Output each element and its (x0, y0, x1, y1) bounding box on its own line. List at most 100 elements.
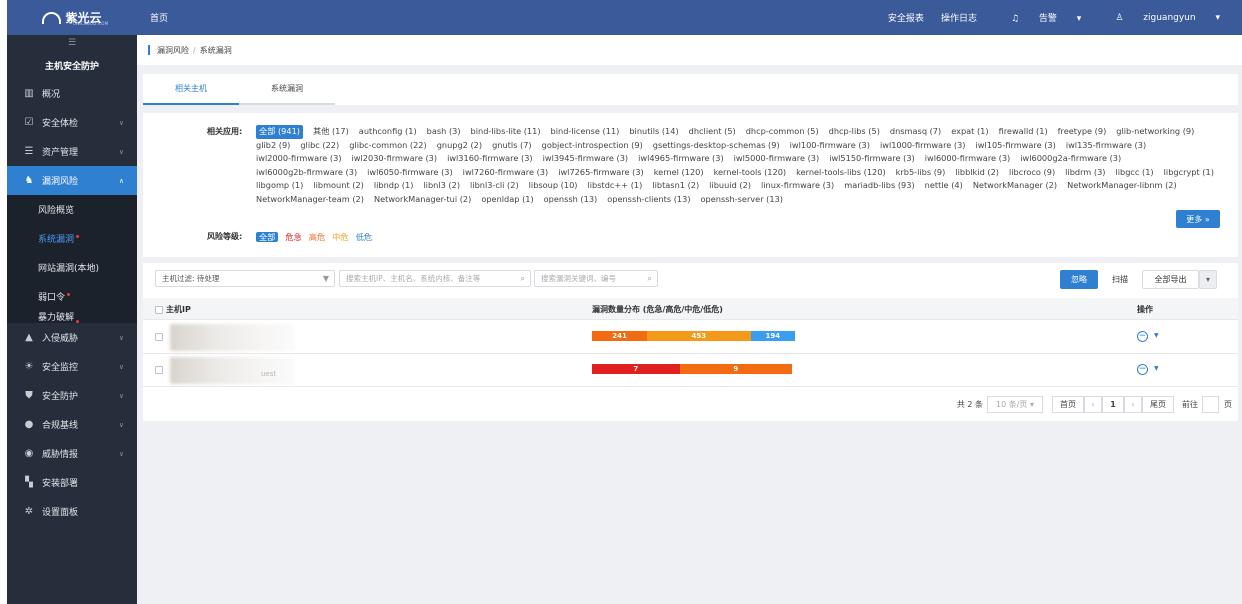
app-filter-tag[interactable]: linux-firmware (3) (761, 179, 834, 193)
app-filter-tag[interactable]: glibc-common (22) (349, 139, 426, 153)
app-filter-tag[interactable]: iwl2030-firmware (3) (352, 152, 438, 166)
app-filter-tag[interactable]: iwl6050-firmware (3) (367, 166, 453, 180)
app-filter-tag[interactable]: iwl7260-firmware (3) (463, 166, 549, 180)
app-filter-tag[interactable]: iwl105-firmware (3) (976, 139, 1056, 153)
last-page-button[interactable]: 尾页 (1142, 395, 1174, 413)
app-filter-tag[interactable]: glib2 (9) (256, 139, 290, 153)
more-button[interactable]: 更多 » (1176, 210, 1220, 228)
app-filter-tag[interactable]: iwl6000-firmware (3) (925, 152, 1011, 166)
app-filter-tag[interactable]: freetype (9) (1058, 125, 1107, 139)
app-filter-tag[interactable]: libnl3 (2) (423, 179, 460, 193)
sub-item-weak-password[interactable]: 弱口令 (7, 282, 137, 311)
risk-filter-tag[interactable]: 全部 (256, 232, 279, 242)
app-filter-tag[interactable]: glib-networking (9) (1116, 125, 1194, 139)
app-filter-tag[interactable]: libgcrypt (1) (1164, 166, 1214, 180)
search-vuln-input[interactable]: 搜索漏洞关键词、编号 ⌕ (534, 270, 658, 287)
app-filter-tag[interactable]: libmount (2) (313, 179, 364, 193)
page-number-current[interactable]: 1 (1102, 395, 1124, 413)
app-filter-tag[interactable]: libsoup (10) (529, 179, 578, 193)
app-filter-tag[interactable]: firewalld (1) (999, 125, 1048, 139)
app-filter-tag[interactable]: NetworkManager-libnm (2) (1067, 179, 1177, 193)
sidebar-item-intel[interactable]: ◉ 威胁情报 ∨ (7, 439, 137, 468)
app-filter-tag[interactable]: openssh-clients (13) (607, 193, 690, 207)
app-filter-tag[interactable]: 全部 (941) (256, 125, 303, 139)
app-filter-tag[interactable]: expat (1) (951, 125, 988, 139)
sub-item-risk-overview[interactable]: 风险概览 (7, 195, 137, 224)
app-filter-tag[interactable]: kernel-tools (120) (714, 166, 787, 180)
export-all-button[interactable]: 全部导出 (1142, 270, 1199, 289)
app-filter-tag[interactable]: libnl3-cli (2) (470, 179, 519, 193)
app-filter-tag[interactable]: binutils (14) (629, 125, 678, 139)
next-page-button[interactable]: › (1124, 395, 1142, 413)
app-filter-tag[interactable]: iwl3945-firmware (3) (543, 152, 629, 166)
risk-filter-tag[interactable]: 危急 (285, 232, 301, 242)
app-filter-tag[interactable]: iwl4965-firmware (3) (638, 152, 724, 166)
app-filter-tag[interactable]: iwl3160-firmware (3) (447, 152, 533, 166)
alarm-menu[interactable]: ♫ 告警 ▾ (994, 11, 1081, 24)
host-filter-select[interactable]: 主机过滤: 待处理 ▼ (155, 270, 335, 287)
app-filter-tag[interactable]: iwl135-firmware (3) (1066, 139, 1146, 153)
ignore-button[interactable]: 忽略 (1060, 270, 1098, 289)
search-host-input[interactable]: 搜索主机IP、主机名、系统内核、备注等 ⌕ (339, 270, 531, 287)
app-filter-tag[interactable]: krb5-libs (9) (896, 166, 946, 180)
app-filter-tag[interactable]: dnsmasq (7) (890, 125, 941, 139)
app-filter-tag[interactable]: gsettings-desktop-schemas (9) (653, 139, 780, 153)
risk-filter-tag[interactable]: 中危 (332, 232, 348, 242)
app-filter-tag[interactable]: libndp (1) (374, 179, 414, 193)
app-filter-tag[interactable]: NetworkManager (2) (973, 179, 1057, 193)
app-filter-tag[interactable]: gnutls (7) (492, 139, 532, 153)
app-filter-tag[interactable]: dhcp-libs (5) (829, 125, 880, 139)
operation-log-link[interactable]: 操作日志 (941, 11, 977, 24)
sidebar-item-settings[interactable]: ✲ 设置面板 (7, 497, 137, 526)
sidebar-item-monitor[interactable]: ☀ 安全监控 ∨ (7, 352, 137, 381)
app-filter-tag[interactable]: nettle (4) (925, 179, 963, 193)
row-checkbox[interactable] (155, 333, 163, 341)
scan-button[interactable]: 扫描 (1103, 270, 1137, 289)
app-filter-tag[interactable]: mariadb-libs (93) (844, 179, 914, 193)
sidebar-item-deploy[interactable]: ▚ 安装部署 (7, 468, 137, 497)
brand-logo[interactable]: 紫光云 UNICLOUD.COM (7, 0, 137, 35)
table-row[interactable]: uest 79 − ▼ (143, 354, 1238, 387)
app-filter-tag[interactable]: libuuid (2) (709, 179, 751, 193)
sidebar-item-assets[interactable]: ☰ 资产管理 ∨ (7, 137, 137, 166)
app-filter-tag[interactable]: gobject-introspection (9) (542, 139, 643, 153)
app-filter-tag[interactable]: kernel-tools-libs (120) (796, 166, 886, 180)
menu-collapse-icon[interactable]: ☰ (7, 35, 137, 51)
app-filter-tag[interactable]: kernel (120) (654, 166, 704, 180)
app-filter-tag[interactable]: iwl5150-firmware (3) (829, 152, 915, 166)
app-filter-tag[interactable]: openssh (13) (544, 193, 598, 207)
tab-related-hosts[interactable]: 相关主机 (143, 74, 239, 105)
page-size-select[interactable]: 10 条/页 ▾ (987, 395, 1043, 413)
sidebar-item-vuln-risk[interactable]: ♞ 漏洞风险 ∧ (7, 166, 137, 195)
app-filter-tag[interactable]: glibc (22) (300, 139, 339, 153)
app-filter-tag[interactable]: iwl2000-firmware (3) (256, 152, 342, 166)
app-filter-tag[interactable]: libcroco (9) (1009, 166, 1055, 180)
app-filter-tag[interactable]: dhcp-common (5) (746, 125, 819, 139)
app-filter-tag[interactable]: NetworkManager-team (2) (256, 193, 364, 207)
row-checkbox[interactable] (155, 366, 163, 374)
sidebar-item-checkup[interactable]: ☑ 安全体检 ∨ (7, 108, 137, 137)
first-page-button[interactable]: 首页 (1052, 395, 1084, 413)
sub-item-system-vuln[interactable]: 系统漏洞 (7, 224, 137, 253)
app-filter-tag[interactable]: iwl7265-firmware (3) (558, 166, 644, 180)
app-filter-tag[interactable]: NetworkManager-tui (2) (374, 193, 471, 207)
sidebar-item-overview[interactable]: ▥ 概况 (7, 79, 137, 108)
breadcrumb-parent[interactable]: 漏洞风险 (157, 45, 189, 56)
app-filter-tag[interactable]: libdrm (3) (1065, 166, 1105, 180)
table-row[interactable]: 241 453 194 − ▼ (143, 321, 1238, 354)
app-filter-tag[interactable]: libgcc (1) (1115, 166, 1153, 180)
prev-page-button[interactable]: ‹ (1084, 395, 1102, 413)
sidebar-item-protection[interactable]: ⛊ 安全防护 ∨ (7, 381, 137, 410)
export-dropdown-button[interactable]: ▾ (1199, 270, 1217, 289)
goto-page-input[interactable] (1202, 395, 1219, 413)
user-menu[interactable]: ♙ ziguangyun ▾ (1098, 13, 1220, 23)
tab-system-vuln[interactable]: 系统漏洞 (239, 74, 335, 105)
sub-item-brute-force[interactable]: 暴力破解 (7, 311, 137, 323)
app-filter-tag[interactable]: dhclient (5) (689, 125, 736, 139)
top-home-link[interactable]: 首页 (150, 11, 168, 24)
app-filter-tag[interactable]: openldap (1) (481, 193, 533, 207)
app-filter-tag[interactable]: libgomp (1) (256, 179, 303, 193)
app-filter-tag[interactable]: iwl6000g2b-firmware (3) (256, 166, 357, 180)
risk-filter-tag[interactable]: 低危 (356, 232, 372, 242)
risk-filter-tag[interactable]: 高危 (309, 232, 325, 242)
